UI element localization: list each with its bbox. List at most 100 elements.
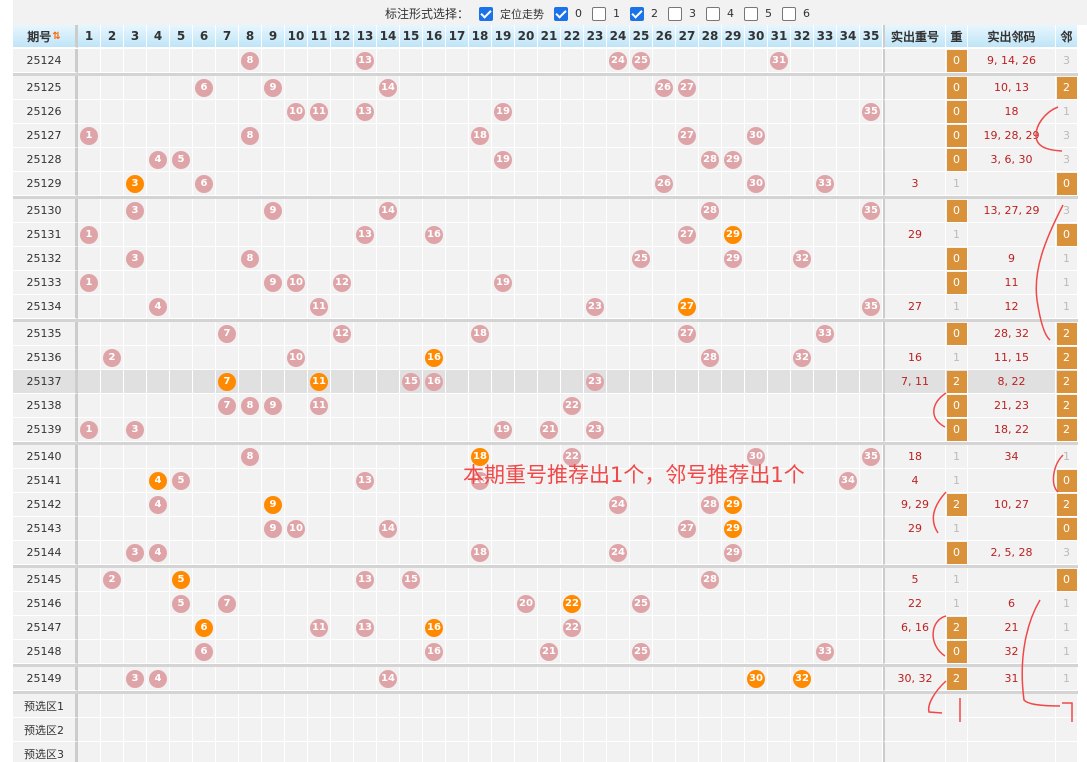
preselect-cell[interactable] bbox=[515, 694, 538, 718]
preselect-cell[interactable] bbox=[147, 742, 170, 762]
preselect-cell[interactable] bbox=[515, 742, 538, 762]
checkbox-value-5[interactable] bbox=[744, 6, 759, 21]
table-row[interactable]: 25129 3 6 26 30 33 3 1 0 bbox=[13, 172, 1078, 196]
table-row[interactable]: 25124 8 13 24 25 31 0 9, 14, 26 3 bbox=[13, 49, 1078, 73]
preselect-cell[interactable] bbox=[469, 694, 492, 718]
preselect-cell[interactable] bbox=[837, 718, 860, 742]
preselect-cell[interactable] bbox=[768, 742, 791, 762]
preselect-cell[interactable] bbox=[630, 694, 653, 718]
preselect-cell[interactable] bbox=[285, 742, 308, 762]
preselect-cell[interactable] bbox=[607, 718, 630, 742]
preselect-cell[interactable] bbox=[354, 742, 377, 762]
preselect-cell[interactable] bbox=[262, 718, 285, 742]
preselect-cell[interactable] bbox=[492, 742, 515, 762]
checkbox-value-2[interactable] bbox=[630, 6, 645, 21]
table-row[interactable]: 25147 6 11 13 16 22 6, 16 2 21 1 bbox=[13, 616, 1078, 640]
preselect-cell[interactable] bbox=[308, 694, 331, 718]
table-row[interactable]: 25130 3 9 14 28 35 0 13, 27, 29 3 bbox=[13, 199, 1078, 223]
table-row[interactable]: 25126 10 11 13 19 35 0 18 1 bbox=[13, 100, 1078, 124]
preselect-cell[interactable] bbox=[745, 718, 768, 742]
preselect-cell[interactable] bbox=[285, 718, 308, 742]
preselect-cell[interactable] bbox=[791, 718, 814, 742]
preselect-cell[interactable] bbox=[308, 742, 331, 762]
preselect-cell[interactable] bbox=[538, 742, 561, 762]
preselect-cell[interactable] bbox=[492, 718, 515, 742]
preselect-cell[interactable] bbox=[561, 694, 584, 718]
table-row[interactable]: 25138 7 8 9 11 22 0 21, 23 2 bbox=[13, 394, 1078, 418]
preselect-cell[interactable] bbox=[423, 742, 446, 762]
preselect-cell[interactable] bbox=[699, 694, 722, 718]
preselect-cell[interactable] bbox=[791, 742, 814, 762]
checkbox-value-3[interactable] bbox=[668, 6, 683, 21]
preselect-cell[interactable] bbox=[285, 694, 308, 718]
preselect-cell[interactable] bbox=[331, 742, 354, 762]
preselect-cell[interactable] bbox=[768, 718, 791, 742]
preselect-cell[interactable] bbox=[446, 742, 469, 762]
preselect-cell[interactable] bbox=[446, 694, 469, 718]
preselect-cell[interactable] bbox=[170, 742, 193, 762]
table-row[interactable]: 25144 3 4 18 24 29 0 2, 5, 28 3 bbox=[13, 541, 1078, 565]
preselect-cell[interactable] bbox=[262, 694, 285, 718]
preselect-cell[interactable] bbox=[699, 742, 722, 762]
table-row[interactable]: 25142 4 9 24 28 29 9, 29 2 10, 27 2 bbox=[13, 493, 1078, 517]
preselect-cell[interactable] bbox=[768, 694, 791, 718]
table-row[interactable]: 25149 3 4 14 30 32 30, 32 2 31 1 bbox=[13, 667, 1078, 691]
table-row[interactable]: 25143 9 10 14 27 29 29 1 0 bbox=[13, 517, 1078, 541]
preselect-cell[interactable] bbox=[216, 694, 239, 718]
checkbox-value-4[interactable] bbox=[706, 6, 721, 21]
preselect-row[interactable]: 预选区1 bbox=[13, 694, 1078, 718]
preselect-cell[interactable] bbox=[515, 718, 538, 742]
preselect-cell[interactable] bbox=[814, 694, 837, 718]
preselect-cell[interactable] bbox=[653, 694, 676, 718]
preselect-cell[interactable] bbox=[722, 742, 745, 762]
preselect-cell[interactable] bbox=[446, 718, 469, 742]
preselect-cell[interactable] bbox=[561, 718, 584, 742]
table-row[interactable]: 25132 3 8 25 29 32 0 9 1 bbox=[13, 247, 1078, 271]
preselect-cell[interactable] bbox=[860, 694, 883, 718]
preselect-row[interactable]: 预选区3 bbox=[13, 742, 1078, 762]
preselect-cell[interactable] bbox=[584, 718, 607, 742]
table-row[interactable]: 25131 1 13 16 27 29 29 1 0 bbox=[13, 223, 1078, 247]
preselect-cell[interactable] bbox=[101, 718, 124, 742]
preselect-row[interactable]: 预选区2 bbox=[13, 718, 1078, 742]
preselect-cell[interactable] bbox=[354, 718, 377, 742]
preselect-cell[interactable] bbox=[837, 694, 860, 718]
preselect-cell[interactable] bbox=[377, 718, 400, 742]
table-row[interactable]: 25137 7 11 15 16 23 7, 11 2 8, 22 2 bbox=[13, 370, 1078, 394]
preselect-cell[interactable] bbox=[377, 694, 400, 718]
table-row[interactable]: 25145 2 5 13 15 28 5 1 0 bbox=[13, 568, 1078, 592]
preselect-cell[interactable] bbox=[124, 694, 147, 718]
table-row[interactable]: 25127 1 8 18 27 30 0 19, 28, 29 3 bbox=[13, 124, 1078, 148]
preselect-cell[interactable] bbox=[423, 718, 446, 742]
preselect-cell[interactable] bbox=[699, 718, 722, 742]
preselect-cell[interactable] bbox=[239, 742, 262, 762]
preselect-cell[interactable] bbox=[262, 742, 285, 762]
preselect-cell[interactable] bbox=[78, 694, 101, 718]
preselect-cell[interactable] bbox=[584, 694, 607, 718]
preselect-cell[interactable] bbox=[745, 694, 768, 718]
preselect-cell[interactable] bbox=[124, 718, 147, 742]
preselect-cell[interactable] bbox=[216, 742, 239, 762]
preselect-cell[interactable] bbox=[791, 694, 814, 718]
preselect-cell[interactable] bbox=[538, 694, 561, 718]
preselect-cell[interactable] bbox=[837, 742, 860, 762]
table-row[interactable]: 25125 6 9 14 26 27 0 10, 13 2 bbox=[13, 76, 1078, 100]
preselect-cell[interactable] bbox=[170, 694, 193, 718]
sort-arrows-icon[interactable]: ⇅ bbox=[52, 31, 60, 42]
preselect-cell[interactable] bbox=[469, 742, 492, 762]
preselect-cell[interactable] bbox=[745, 742, 768, 762]
preselect-cell[interactable] bbox=[354, 694, 377, 718]
preselect-cell[interactable] bbox=[584, 742, 607, 762]
table-row[interactable]: 25148 6 16 21 25 33 0 32 1 bbox=[13, 640, 1078, 664]
preselect-cell[interactable] bbox=[722, 718, 745, 742]
preselect-cell[interactable] bbox=[331, 694, 354, 718]
preselect-cell[interactable] bbox=[676, 694, 699, 718]
preselect-cell[interactable] bbox=[676, 718, 699, 742]
preselect-cell[interactable] bbox=[653, 742, 676, 762]
preselect-cell[interactable] bbox=[193, 694, 216, 718]
preselect-cell[interactable] bbox=[400, 718, 423, 742]
preselect-cell[interactable] bbox=[653, 718, 676, 742]
preselect-cell[interactable] bbox=[814, 718, 837, 742]
checkbox-value-0[interactable] bbox=[554, 6, 569, 21]
preselect-cell[interactable] bbox=[400, 694, 423, 718]
